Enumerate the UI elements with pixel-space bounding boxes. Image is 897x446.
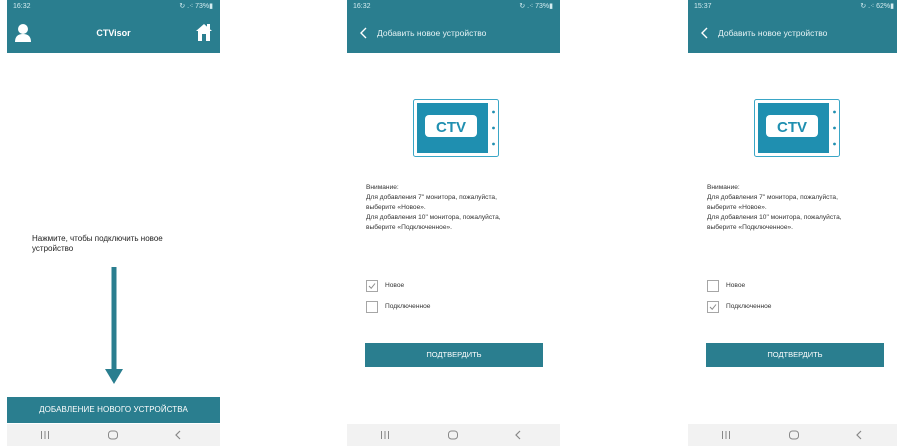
phone-screen-add-device-new: 16:32 ↻ .⁖ 73%▮ Добавить новое устройств… (347, 0, 560, 446)
status-time: 16:32 (353, 3, 371, 10)
notice-line: выберите «Подключенное». (366, 224, 453, 231)
notice-line: выберите «Новое». (366, 204, 426, 211)
notice-line: Для добавления 10" монитора, пожалуйста, (707, 214, 842, 221)
option-new[interactable]: Новое (707, 280, 827, 292)
notice-line: Внимание: (366, 184, 399, 191)
system-nav-bar (688, 424, 897, 446)
app-title: CTVisor (96, 28, 131, 38)
option-connected[interactable]: Подключенное (707, 301, 827, 313)
option-connected[interactable]: Подключенное (366, 301, 486, 313)
option-label: Подключенное (385, 303, 431, 310)
ctv-logo-text: CTV (777, 119, 807, 136)
status-bar: 16:32 ↻ .⁖ 73%▮ (7, 0, 220, 13)
status-bar: 16:32 ↻ .⁖ 73%▮ (347, 0, 560, 13)
status-time: 15:37 (694, 3, 712, 10)
confirm-button[interactable]: ПОДТВЕРДИТЬ (706, 343, 884, 367)
system-nav-bar (7, 424, 220, 446)
checkbox-new[interactable] (707, 280, 719, 292)
screen-title: Добавить новое устройство (718, 28, 828, 38)
connect-instruction: Нажмите, чтобы подключить новое устройст… (32, 234, 163, 253)
screen-title: Добавить новое устройство (377, 28, 487, 38)
status-time: 16:32 (13, 3, 31, 10)
app-bar: CTVisor (7, 13, 220, 53)
checkmark-icon (709, 304, 717, 311)
notice-line: Для добавления 7" монитора, пожалуйста, (366, 194, 497, 201)
notice-line: выберите «Подключенное». (707, 224, 794, 231)
ctv-monitor-image: CTV (754, 99, 840, 157)
home-circle-icon[interactable] (788, 429, 800, 441)
attention-notice: Внимание: Для добавления 7" монитора, по… (366, 183, 551, 233)
back-arrow-icon[interactable] (357, 25, 371, 41)
option-label: Новое (726, 282, 746, 289)
attention-notice: Внимание: Для добавления 7" монитора, по… (707, 183, 892, 233)
recent-apps-icon[interactable] (379, 429, 391, 441)
add-new-device-button[interactable]: ДОБАВЛЕНИЕ НОВОГО УСТРОЙСТВА (7, 397, 220, 423)
status-bar: 15:37 ↻ .⁖ 62%▮ (688, 0, 897, 13)
status-indicators: ↻ .⁖ 73%▮ (519, 3, 553, 10)
home-circle-icon[interactable] (107, 429, 119, 441)
checkmark-icon (368, 283, 376, 290)
notice-line: Внимание: (707, 184, 740, 191)
down-arrow-icon (105, 267, 123, 384)
status-indicators: ↻ .⁖ 73%▮ (179, 3, 213, 10)
ctv-logo-text: CTV (436, 119, 466, 136)
back-chevron-icon[interactable] (513, 429, 523, 441)
option-label: Новое (385, 282, 405, 289)
recent-apps-icon[interactable] (720, 429, 732, 441)
checkbox-new[interactable] (366, 280, 378, 292)
back-chevron-icon[interactable] (173, 429, 183, 441)
option-label: Подключенное (726, 303, 772, 310)
app-bar: Добавить новое устройство (347, 13, 560, 53)
back-chevron-icon[interactable] (854, 429, 864, 441)
notice-line: выберите «Новое». (707, 204, 767, 211)
status-indicators: ↻ .⁖ 62%▮ (860, 3, 894, 10)
home-icon[interactable] (195, 22, 213, 42)
system-nav-bar (347, 424, 560, 446)
recent-apps-icon[interactable] (39, 429, 51, 441)
option-new[interactable]: Новое (366, 280, 486, 292)
phone-screen-add-device-connected: 15:37 ↻ .⁖ 62%▮ Добавить новое устройств… (688, 0, 897, 446)
notice-line: Для добавления 7" монитора, пожалуйста, (707, 194, 838, 201)
notice-line: Для добавления 10" монитора, пожалуйста, (366, 214, 501, 221)
ctv-monitor-image: CTV (413, 99, 499, 157)
app-bar: Добавить новое устройство (688, 13, 897, 53)
checkbox-connected[interactable] (366, 301, 378, 313)
back-arrow-icon[interactable] (698, 25, 712, 41)
confirm-button[interactable]: ПОДТВЕРДИТЬ (365, 343, 543, 367)
home-circle-icon[interactable] (447, 429, 459, 441)
checkbox-connected[interactable] (707, 301, 719, 313)
phone-screen-ctvisor-home: 16:32 ↻ .⁖ 73%▮ CTVisor Нажмите, чтобы п… (7, 0, 220, 446)
